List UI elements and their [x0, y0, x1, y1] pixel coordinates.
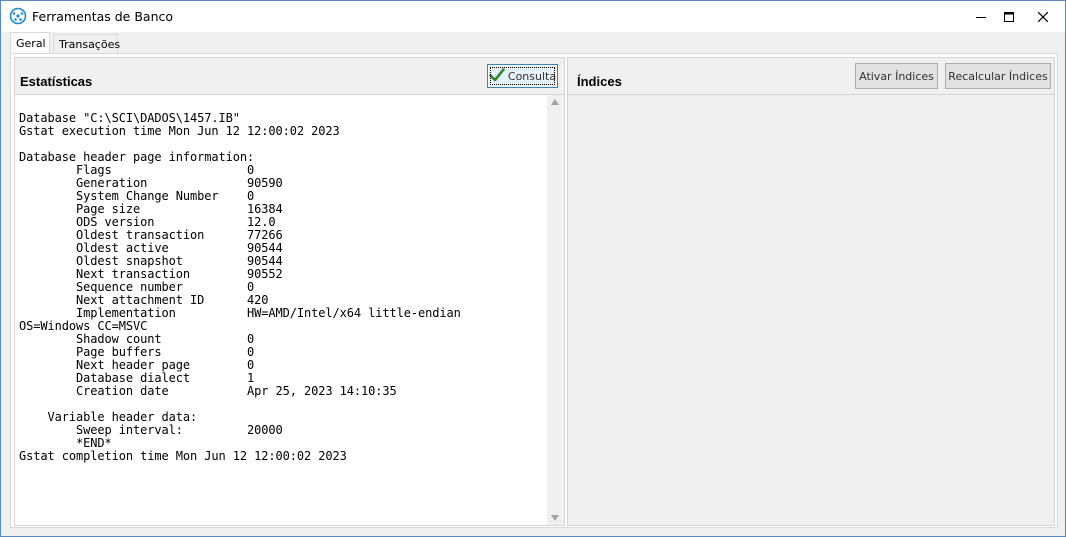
indices-title: Índices: [577, 74, 622, 89]
recalcular-indices-button[interactable]: Recalcular Índices: [945, 63, 1051, 89]
vertical-scrollbar[interactable]: [547, 95, 564, 525]
tab-transacoes[interactable]: Transações: [53, 34, 120, 54]
minimize-icon: [976, 16, 986, 18]
minimize-button[interactable]: [967, 1, 995, 32]
scroll-down-arrow-icon[interactable]: [551, 515, 559, 521]
indices-content: [568, 94, 1054, 525]
statistics-panel: Estatísticas Consulta Database "C:\SCI\D…: [14, 57, 565, 526]
close-icon: [1038, 11, 1048, 22]
scroll-up-arrow-icon[interactable]: [551, 99, 559, 105]
indices-header: Índices Ativar Índices Recalcular Índice…: [568, 58, 1054, 94]
maximize-button[interactable]: [995, 1, 1023, 32]
statistics-output: Database "C:\SCI\DADOS\1457.IB" Gstat ex…: [19, 111, 461, 463]
window-title: Ferramentas de Banco: [32, 9, 174, 24]
consulta-button[interactable]: Consulta: [487, 64, 558, 88]
tab-strip: Transações Geral: [1, 32, 1065, 54]
app-window: Ferramentas de Banco Transações Geral Es…: [0, 0, 1066, 537]
statistics-header: Estatísticas Consulta: [15, 58, 564, 94]
maximize-icon: [1004, 11, 1014, 22]
app-dots-icon: [9, 7, 27, 25]
tab-geral[interactable]: Geral: [10, 32, 50, 54]
statistics-textarea[interactable]: Database "C:\SCI\DADOS\1457.IB" Gstat ex…: [15, 94, 564, 525]
tab-content: Estatísticas Consulta Database "C:\SCI\D…: [10, 53, 1058, 528]
indices-panel: Índices Ativar Índices Recalcular Índice…: [567, 57, 1055, 526]
ativar-indices-button[interactable]: Ativar Índices: [855, 63, 938, 89]
statistics-title: Estatísticas: [20, 74, 93, 89]
consulta-label: Consulta: [507, 69, 557, 83]
close-button[interactable]: [1025, 1, 1061, 32]
title-bar[interactable]: Ferramentas de Banco: [1, 1, 1065, 32]
checkmark-icon: [489, 67, 505, 85]
